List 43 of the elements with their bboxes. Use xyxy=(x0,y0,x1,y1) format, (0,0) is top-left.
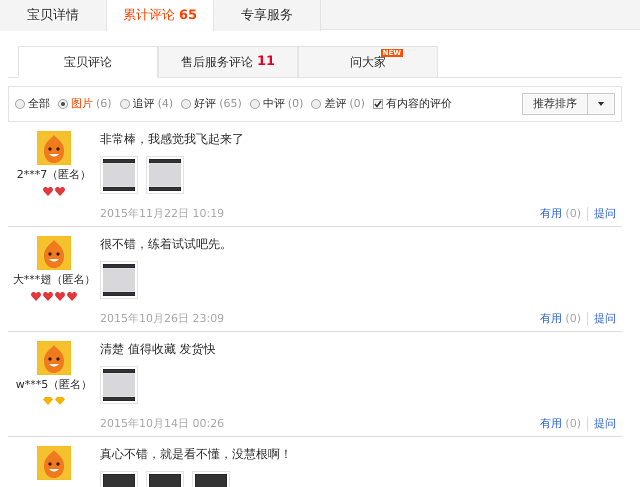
photo-placeholder[interactable] xyxy=(100,156,138,194)
useful-link[interactable]: 有用 (0) xyxy=(540,416,581,432)
review-text: 真心不错，就是看不懂，没慧根啊！ xyxy=(100,446,293,463)
review-date: 2015年11月22日 10:19 xyxy=(100,206,224,222)
review-tab[interactable]: 宝贝评论 xyxy=(18,46,158,78)
filter-option[interactable]: 差评 (0) xyxy=(311,96,365,112)
avatar-icon xyxy=(37,341,71,375)
filter-option[interactable]: 中评 (0) xyxy=(250,96,304,112)
radio-button[interactable] xyxy=(311,99,322,109)
avatar-icon xyxy=(37,236,71,270)
ask-link[interactable]: 提问 xyxy=(594,416,616,432)
radio-button[interactable] xyxy=(120,99,130,109)
useful-link[interactable]: 有用 (0) xyxy=(540,206,581,222)
ask-link[interactable]: 提问 xyxy=(594,310,616,327)
filter-option[interactable]: 追评 (4) xyxy=(120,96,174,112)
avatar-icon xyxy=(37,446,71,480)
avatar-icon xyxy=(37,131,71,165)
sort-dropdown[interactable]: 推荐排序 xyxy=(522,93,615,115)
username: 大***翅（匿名） xyxy=(12,272,96,288)
username: w***5（匿名） xyxy=(16,377,92,393)
main-tab[interactable]: 专享服务 xyxy=(214,0,321,31)
content-filter[interactable]: 有内容的评价 xyxy=(372,96,452,112)
checkbox[interactable] xyxy=(372,99,383,109)
filter-option[interactable]: 好评 (65) xyxy=(181,96,242,112)
radio-button[interactable] xyxy=(58,99,68,109)
photo-placeholder[interactable] xyxy=(146,156,184,194)
filter-option[interactable]: 全部 xyxy=(15,96,50,112)
username: 2***7（匿名） xyxy=(16,167,92,183)
review-date: 2015年10月14日 00:26 xyxy=(100,416,224,432)
review-text: 很不错，练着试试吧先。 xyxy=(100,236,233,253)
caret-icon xyxy=(598,102,604,106)
review-text: 清楚 值得收藏 发货快 xyxy=(100,341,217,358)
review-date: 2015年10月26日 23:09 xyxy=(100,310,224,326)
review-text: 非常棒，我感觉我飞起来了 xyxy=(100,131,245,148)
main-tab[interactable]: 宝贝详情 xyxy=(0,0,107,31)
ask-link[interactable]: 提问 xyxy=(594,206,616,222)
radio-button[interactable] xyxy=(181,99,192,109)
photo-placeholder[interactable] xyxy=(100,366,138,404)
review-tab[interactable]: 售后服务评论 11 xyxy=(158,46,298,78)
radio-button[interactable] xyxy=(250,99,260,109)
useful-link[interactable]: 有用 (0) xyxy=(540,310,581,327)
radio-button[interactable] xyxy=(15,99,25,109)
photo-placeholder[interactable] xyxy=(100,261,138,299)
